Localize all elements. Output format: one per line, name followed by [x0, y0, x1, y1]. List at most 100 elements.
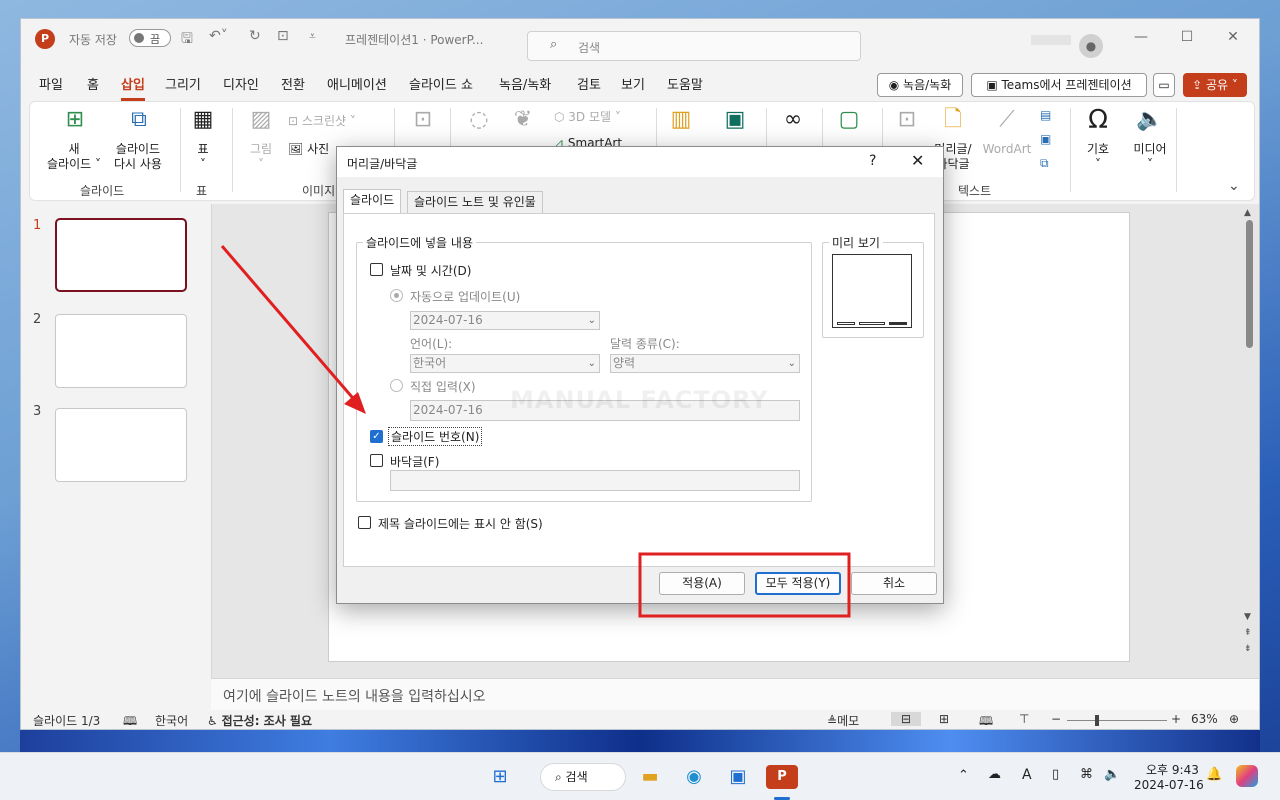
- spelling-icon[interactable]: 🕮: [123, 712, 137, 729]
- copilot-icon[interactable]: [1236, 765, 1258, 787]
- language-select[interactable]: 한국어 ⌄: [410, 354, 600, 373]
- vertical-scrollbar[interactable]: ▲ ▼ ⇞ ⇟: [1244, 208, 1256, 668]
- tab-file[interactable]: 파일: [39, 75, 63, 101]
- teams-present-button[interactable]: ▣ Teams에서 프레젠테이션: [971, 73, 1147, 97]
- object-icon[interactable]: ⧉: [1040, 156, 1049, 171]
- footer-input[interactable]: [390, 470, 800, 491]
- taskbar-search[interactable]: ⌕ 검색: [540, 763, 626, 791]
- image-button[interactable]: 그림 ˅: [244, 142, 278, 172]
- accessibility-status[interactable]: ♿ 접근성: 조사 필요: [207, 712, 312, 729]
- table-button[interactable]: 표 ˅: [186, 142, 220, 172]
- onedrive-icon[interactable]: ☁: [988, 767, 1001, 782]
- slide-thumbnail-1[interactable]: [55, 218, 187, 292]
- fixed-radio[interactable]: [390, 379, 403, 392]
- search-box[interactable]: ⌕ 검색: [527, 31, 861, 61]
- undo-icon[interactable]: ↶˅: [209, 28, 228, 44]
- notification-bell-icon[interactable]: 🔔: [1206, 767, 1222, 782]
- customize-qat-icon[interactable]: ⩡: [309, 29, 316, 44]
- notes-pane[interactable]: 여기에 슬라이드 노트의 내용을 입력하십시오: [211, 678, 1259, 710]
- tab-slide[interactable]: 슬라이드: [343, 189, 402, 213]
- tab-animations[interactable]: 애니메이션: [327, 75, 387, 101]
- autosave-toggle[interactable]: 끔: [129, 29, 171, 47]
- display-icon[interactable]: ▯: [1052, 767, 1059, 782]
- powerpoint-taskbar-icon[interactable]: P: [766, 765, 798, 789]
- tab-design[interactable]: 디자인: [223, 75, 259, 101]
- tab-notes-handouts[interactable]: 슬라이드 노트 및 유인물: [407, 191, 543, 213]
- tab-draw[interactable]: 그리기: [165, 75, 201, 101]
- calendar-select[interactable]: 양력 ⌄: [610, 354, 800, 373]
- screenshot-button[interactable]: ⊡ 스크린샷 ˅: [288, 114, 356, 129]
- next-slide-icon[interactable]: ⇟: [1244, 644, 1252, 654]
- maximize-icon[interactable]: ☐: [1177, 29, 1197, 49]
- footer-checkbox[interactable]: [370, 454, 383, 467]
- collapse-ribbon-icon[interactable]: ⌄: [1228, 178, 1240, 194]
- dialog-close-icon[interactable]: ✕: [911, 151, 924, 170]
- 3d-model-button[interactable]: ⬡ 3D 모델 ˅: [554, 110, 621, 125]
- close-icon[interactable]: ✕: [1223, 29, 1243, 49]
- zoom-slider[interactable]: [1067, 715, 1167, 726]
- apply-all-button[interactable]: 모두 적용(Y): [755, 572, 841, 595]
- record-button[interactable]: ◉ 녹음/녹화: [877, 73, 963, 97]
- cancel-button[interactable]: 취소: [851, 572, 937, 595]
- slide-sorter-icon[interactable]: ⊞: [939, 712, 949, 726]
- avatar[interactable]: ●: [1079, 34, 1103, 58]
- fit-slide-icon[interactable]: ⊕: [1229, 712, 1239, 726]
- file-explorer-icon[interactable]: ▬: [634, 765, 666, 789]
- new-slide-button[interactable]: 새 슬라이드 ˅: [42, 142, 106, 172]
- save-icon[interactable]: 🖫: [181, 28, 193, 52]
- zoom-in-icon[interactable]: +: [1171, 712, 1181, 726]
- tab-help[interactable]: 도움말: [667, 75, 703, 101]
- chevron-up-icon[interactable]: ⌃: [958, 768, 969, 783]
- dont-show-title-checkbox[interactable]: [358, 516, 371, 529]
- slide-number-icon[interactable]: ▣: [1040, 132, 1051, 147]
- image-icon: ▨: [250, 107, 272, 132]
- photo-album-button[interactable]: 🖼 사진: [288, 142, 329, 157]
- clock-date[interactable]: 2024-07-16: [1134, 778, 1204, 792]
- scroll-down-icon[interactable]: ▼: [1244, 612, 1251, 622]
- reading-view-icon[interactable]: 🕮: [979, 712, 993, 729]
- scroll-thumb[interactable]: [1246, 220, 1253, 348]
- tab-home[interactable]: 홈: [87, 75, 99, 101]
- language-status[interactable]: 한국어: [155, 712, 188, 729]
- zoom-out-icon[interactable]: −: [1051, 712, 1061, 726]
- wordart-button[interactable]: WordArt: [978, 142, 1036, 157]
- edge-icon[interactable]: ◉: [678, 765, 710, 789]
- minimize-icon[interactable]: —: [1131, 29, 1151, 49]
- apply-button[interactable]: 적용(A): [659, 572, 745, 595]
- help-icon[interactable]: ?: [869, 153, 876, 169]
- zoom-level[interactable]: 63%: [1191, 712, 1218, 726]
- zoom-slider-thumb[interactable]: [1095, 715, 1099, 726]
- date-time-icon[interactable]: ▤: [1040, 108, 1051, 123]
- present-icon[interactable]: ⊡: [277, 28, 289, 44]
- notes-toggle[interactable]: ≜메모: [827, 712, 859, 729]
- start-icon[interactable]: ⊞: [484, 765, 516, 789]
- new-slide-line2: 슬라이드 ˅: [47, 157, 101, 171]
- slide-thumbnail-3[interactable]: [55, 408, 187, 482]
- date-time-checkbox[interactable]: [370, 263, 383, 276]
- share-button[interactable]: ⇪ 공유 ˅: [1183, 73, 1247, 97]
- clock-time[interactable]: 오후 9:43: [1146, 761, 1199, 778]
- slide-thumbnail-2[interactable]: [55, 314, 187, 388]
- store-icon[interactable]: ▣: [722, 765, 754, 789]
- media-button[interactable]: 미디어 ˅: [1130, 142, 1170, 172]
- tab-insert[interactable]: 삽입: [121, 75, 145, 101]
- scroll-up-icon[interactable]: ▲: [1244, 208, 1251, 218]
- network-icon[interactable]: ⌘: [1080, 767, 1093, 782]
- slideshow-icon[interactable]: ⊤: [1019, 712, 1029, 726]
- reuse-slide-button[interactable]: 슬라이드 다시 사용: [106, 142, 170, 172]
- volume-icon[interactable]: 🔈: [1104, 767, 1120, 782]
- tab-record[interactable]: 녹음/녹화: [499, 75, 551, 101]
- auto-update-radio[interactable]: [390, 289, 403, 302]
- tab-transitions[interactable]: 전환: [281, 75, 305, 101]
- auto-date-select[interactable]: 2024-07-16 ⌄: [410, 311, 600, 330]
- comments-icon[interactable]: ▭: [1153, 73, 1175, 97]
- tab-review[interactable]: 검토: [577, 75, 601, 101]
- normal-view-icon[interactable]: ⊟: [891, 712, 921, 726]
- ime-icon[interactable]: A: [1022, 767, 1032, 783]
- symbol-button[interactable]: 기호 ˅: [1078, 142, 1118, 172]
- tab-slideshow[interactable]: 슬라이드 쇼: [409, 75, 473, 101]
- tab-view[interactable]: 보기: [621, 75, 645, 101]
- prev-slide-icon[interactable]: ⇞: [1244, 628, 1252, 638]
- slide-number-checkbox[interactable]: ✓: [370, 430, 383, 443]
- redo-icon[interactable]: ↻: [249, 28, 261, 44]
